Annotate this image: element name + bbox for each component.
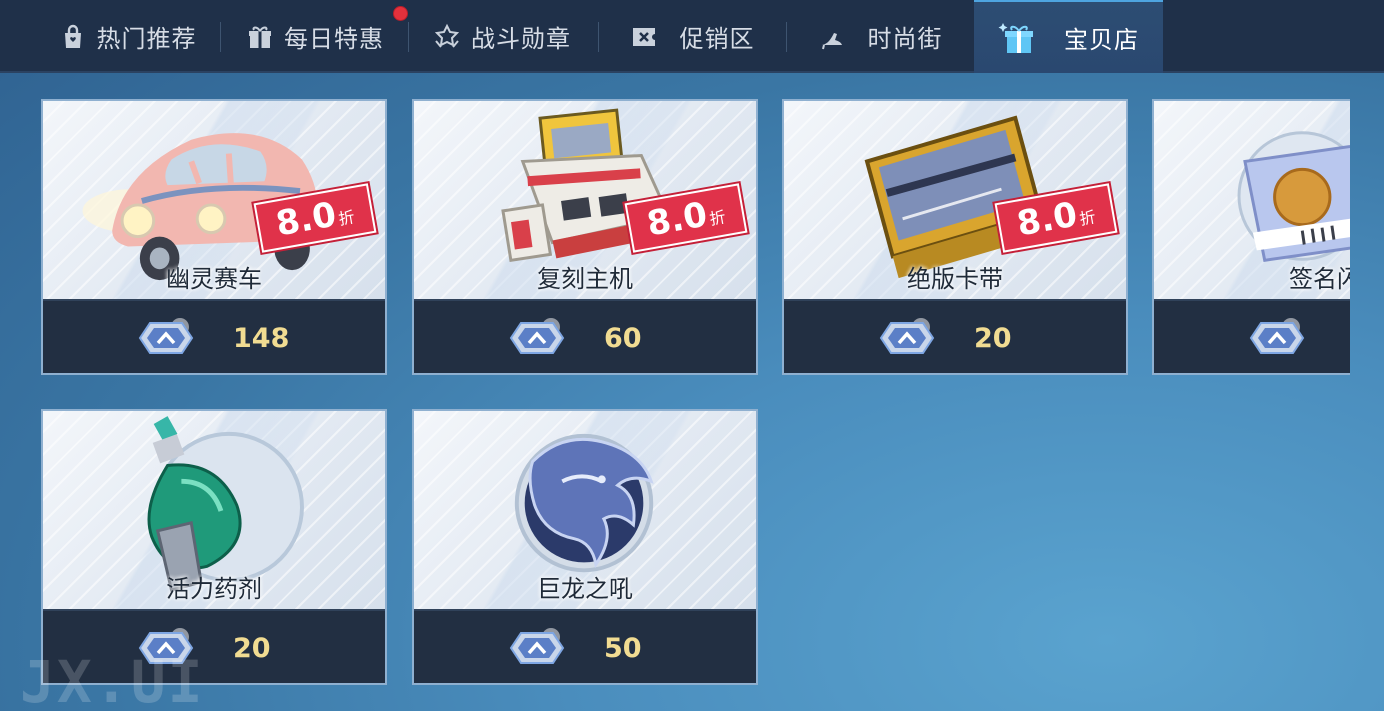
tab-divider: [408, 22, 409, 52]
shop-item-card[interactable]: 活力药剂 20: [41, 409, 387, 685]
gift-sparkle-icon: [998, 20, 1038, 56]
price-bar: 60: [414, 299, 756, 373]
shop-item-card[interactable]: 巨龙之吼 50: [412, 409, 758, 685]
item-name: 巨龙之吼: [537, 575, 633, 603]
diamond-currency-icon: [1249, 317, 1305, 359]
item-name: 活力药剂: [166, 575, 262, 603]
tab-label: 宝贝店: [1064, 26, 1139, 54]
gift-box-icon: [246, 23, 274, 51]
diamond-currency-icon: [879, 317, 935, 359]
item-price: 20: [233, 633, 271, 664]
tab-divider: [598, 22, 599, 52]
item-name: 幽灵赛车: [166, 265, 262, 293]
tab-divider: [786, 22, 787, 52]
tab-label: 热门推荐: [96, 25, 197, 53]
diamond-currency-icon: [509, 627, 565, 669]
item-price: 148: [233, 323, 290, 354]
category-tab-bar: 热门推荐 每日特惠 战斗勋章 促销区 时尚街 宝贝店: [0, 0, 1384, 73]
item-name: 绝版卡带: [907, 265, 1003, 293]
shop-item-card[interactable]: 8.0 折 复刻主机 60: [412, 99, 758, 375]
high-heel-icon: [818, 23, 846, 51]
tab-battle-medal[interactable]: 战斗勋章: [412, 0, 592, 73]
shop-item-card[interactable]: 签名闪: [1152, 99, 1350, 375]
tab-label: 促销区: [679, 25, 755, 53]
tab-promotion[interactable]: 促销区: [602, 0, 782, 73]
scroll-viewport-clip: 签名闪: [1152, 99, 1350, 379]
shop-item-card[interactable]: 8.0 折 绝版卡带 20: [782, 99, 1128, 375]
tab-hot-recommend[interactable]: 热门推荐: [40, 0, 215, 73]
tab-divider: [220, 22, 221, 52]
tab-fashion-street[interactable]: 时尚街: [790, 0, 970, 73]
item-price: 50: [604, 633, 642, 664]
price-bar: 148: [43, 299, 385, 373]
price-bar: 50: [414, 609, 756, 683]
item-price: 20: [974, 323, 1012, 354]
tab-daily-deals[interactable]: 每日特惠: [225, 0, 405, 73]
tab-label: 时尚街: [867, 25, 943, 53]
diamond-currency-icon: [509, 317, 565, 359]
price-bar: [1154, 299, 1350, 373]
tab-baby-shop[interactable]: 宝贝店: [974, 0, 1163, 73]
ticket-x-icon: [630, 23, 658, 51]
notification-dot: [393, 6, 408, 21]
diamond-currency-icon: [138, 317, 194, 359]
item-price: 60: [604, 323, 642, 354]
tab-label: 每日特惠: [284, 25, 384, 53]
price-bar: 20: [784, 299, 1126, 373]
item-name: 复刻主机: [537, 265, 633, 293]
shopping-bag-icon: [59, 23, 87, 51]
shop-item-card[interactable]: 8.0 折 幽灵赛车 148: [41, 99, 387, 375]
item-name: 签名闪: [1289, 265, 1350, 293]
medal-badge-icon: [433, 23, 461, 51]
tab-label: 战斗勋章: [471, 25, 571, 53]
watermark-logo: JX.UI: [20, 648, 205, 711]
